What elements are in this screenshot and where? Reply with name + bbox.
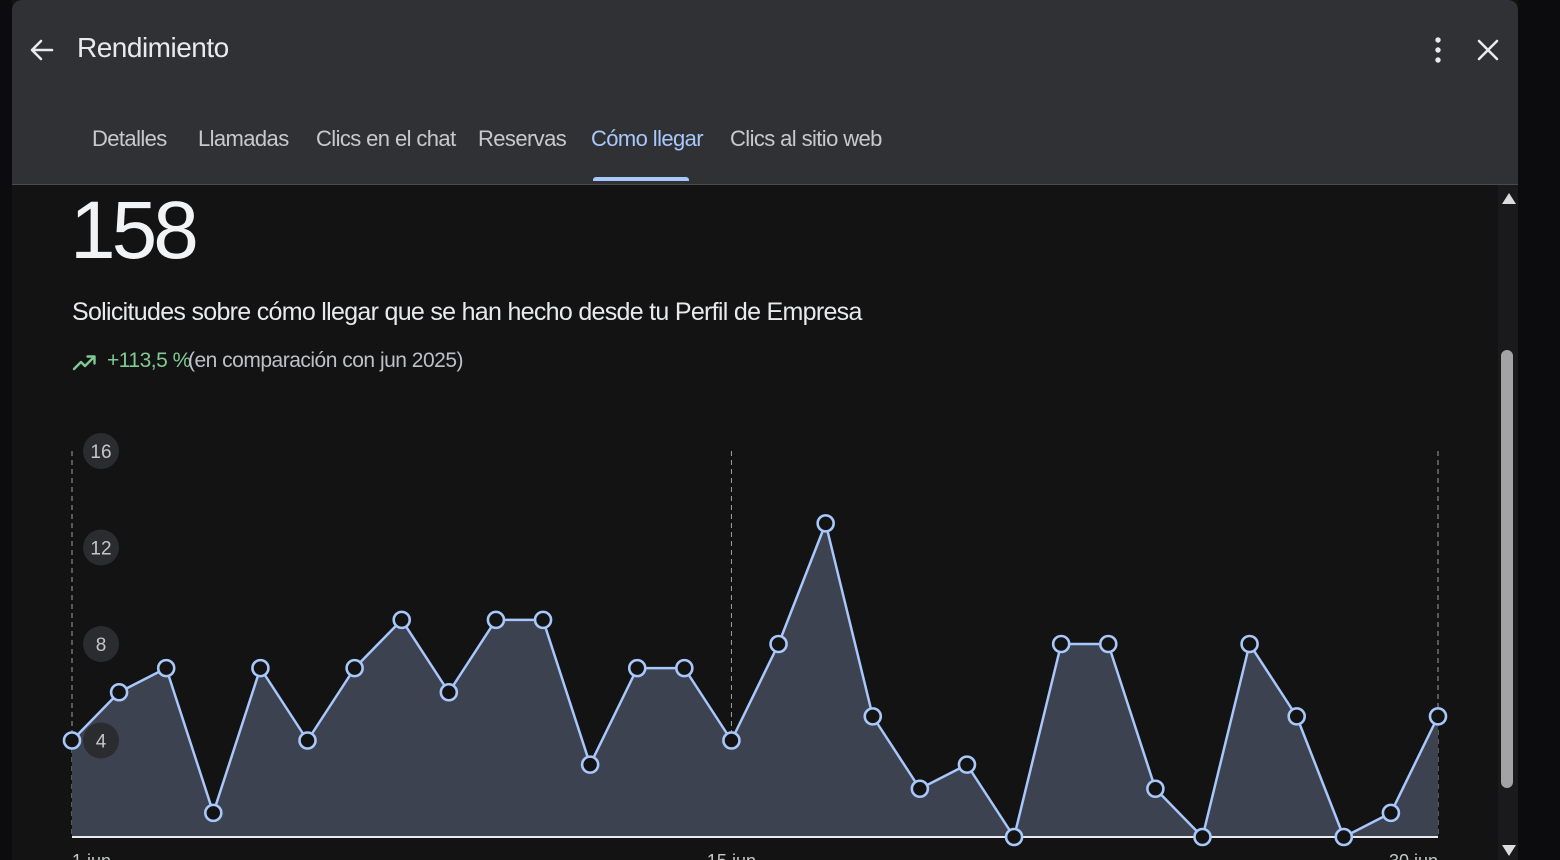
more-options-button[interactable] <box>1422 34 1454 66</box>
tab-llamadas[interactable]: Llamadas <box>198 126 289 152</box>
tab-detalles[interactable]: Detalles <box>92 126 167 152</box>
data-point <box>109 682 129 702</box>
data-point <box>392 610 412 630</box>
x-tick-label: 15 jun <box>707 851 756 860</box>
data-point <box>1428 707 1448 726</box>
data-point <box>957 755 977 774</box>
tab-clics-al-sitio-web[interactable]: Clics al sitio web <box>730 126 882 152</box>
back-button[interactable] <box>26 34 58 66</box>
data-point <box>1381 803 1401 823</box>
arrow-back-icon <box>30 39 54 61</box>
data-point <box>1287 707 1306 726</box>
data-point <box>816 514 835 533</box>
data-point <box>533 610 553 630</box>
data-point <box>1146 779 1165 799</box>
performance-panel: Rendimiento Detalles Llamadas Clics en e… <box>12 0 1518 860</box>
scroll-up-arrow-icon[interactable] <box>1502 193 1516 204</box>
data-point <box>910 779 930 799</box>
data-point <box>298 731 317 750</box>
directions-chart: 16 12 8 4 1 jun 15 jun 30 jun <box>62 433 1448 860</box>
data-point <box>863 707 883 726</box>
data-point <box>1098 634 1118 654</box>
data-point <box>769 634 788 654</box>
data-point <box>1240 634 1259 654</box>
close-icon <box>1477 39 1499 61</box>
y-tick-label: 8 <box>96 635 107 656</box>
data-point <box>486 610 506 630</box>
data-point <box>1193 827 1212 847</box>
y-tick-label: 16 <box>90 442 111 463</box>
scroll-down-arrow-icon[interactable] <box>1502 845 1516 856</box>
y-tick-label: 12 <box>90 539 111 560</box>
data-point <box>251 658 270 678</box>
data-point <box>1004 827 1024 847</box>
page-title: Rendimiento <box>77 32 229 63</box>
tab-reservas[interactable]: Reservas <box>478 126 567 152</box>
x-tick-label: 1 jun <box>72 851 111 860</box>
data-point <box>627 658 647 678</box>
tab-bar: Detalles Llamadas Clics en el chat Reser… <box>12 120 1518 184</box>
more-vert-icon <box>1435 37 1441 63</box>
data-point <box>722 731 741 750</box>
data-point <box>345 658 364 678</box>
data-point <box>156 658 176 678</box>
data-point <box>1334 827 1354 847</box>
data-point <box>1051 634 1071 654</box>
tab-como-llegar[interactable]: Cómo llegar <box>591 126 704 152</box>
data-point <box>439 682 459 702</box>
scroll-thumb[interactable] <box>1501 350 1513 788</box>
active-tab-indicator <box>593 177 689 181</box>
y-tick-label: 4 <box>96 732 107 753</box>
vertical-scrollbar[interactable] <box>1498 185 1518 860</box>
panel-header: Rendimiento Detalles Llamadas Clics en e… <box>12 0 1518 185</box>
data-point <box>204 803 223 823</box>
close-button[interactable] <box>1472 34 1504 66</box>
tab-clics-en-el-chat[interactable]: Clics en el chat <box>316 126 456 152</box>
data-point <box>580 755 600 774</box>
data-point <box>62 731 82 750</box>
x-tick-label: 30 jun <box>1389 851 1438 860</box>
data-point <box>675 658 694 678</box>
series-area <box>72 523 1438 837</box>
